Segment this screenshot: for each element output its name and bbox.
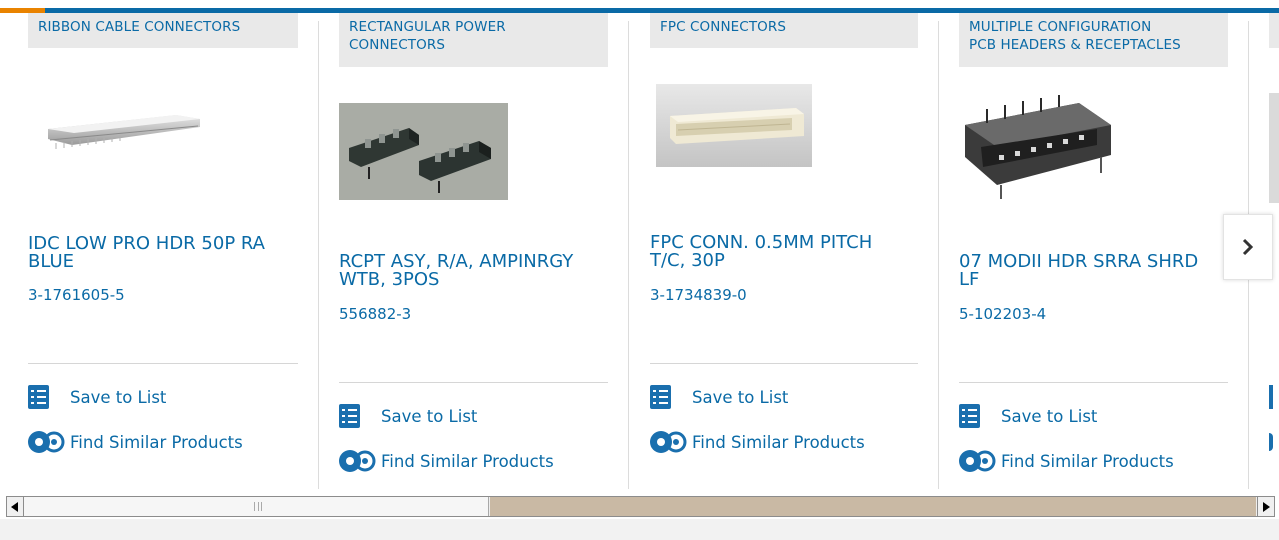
- category-label[interactable]: [1269, 13, 1279, 48]
- carousel-next-button[interactable]: [1223, 214, 1273, 280]
- product-title[interactable]: RCPT ASY, R/A, AMPINRGY WTB, 3POS: [339, 253, 608, 289]
- pcb-header-image[interactable]: [961, 95, 1123, 205]
- card-divider: [938, 21, 939, 489]
- scrollbar-track[interactable]: [490, 497, 1256, 516]
- product-card: FPC CONNECTORS FPC CONN. 0.5MM PITCH T/C…: [650, 13, 918, 488]
- find-similar-button[interactable]: Find Similar Products: [337, 448, 554, 474]
- chevron-right-icon: [1242, 238, 1254, 256]
- save-to-list-button[interactable]: Save to List: [650, 385, 788, 409]
- find-similar-button[interactable]: Find Similar Products: [26, 429, 243, 455]
- save-to-list-label: Save to List: [381, 406, 478, 426]
- product-image-partial[interactable]: [1269, 93, 1279, 203]
- triangle-right-icon: [1263, 501, 1270, 512]
- card-separator: [959, 382, 1228, 383]
- product-title[interactable]: IDC LOW PRO HDR 50P RA BLUE: [28, 235, 298, 271]
- card-divider: [318, 21, 319, 489]
- find-similar-label: Find Similar Products: [381, 451, 554, 471]
- product-card: RIBBON CABLE CONNECTORS IDC LOW PRO HDR …: [28, 13, 298, 488]
- card-divider: [628, 21, 629, 489]
- idc-header-image[interactable]: [46, 109, 202, 155]
- part-number[interactable]: 3-1734839-0: [650, 286, 747, 304]
- card-separator: [650, 363, 918, 364]
- category-label[interactable]: RECTANGULAR POWER CONNECTORS: [339, 13, 608, 67]
- product-card: RECTANGULAR POWER CONNECTORS RCPT ASY, R…: [339, 13, 608, 488]
- gears-icon[interactable]: [1269, 433, 1273, 451]
- save-to-list-button[interactable]: Save to List: [959, 404, 1097, 428]
- save-to-list-button[interactable]: Save to List: [339, 404, 477, 428]
- checklist-icon: [959, 404, 980, 428]
- find-similar-label: Find Similar Products: [692, 432, 865, 452]
- triangle-left-icon: [11, 501, 18, 512]
- scrollbar-grip: [254, 502, 262, 511]
- scroll-right-button[interactable]: [1257, 497, 1274, 516]
- product-carousel: RIBBON CABLE CONNECTORS IDC LOW PRO HDR …: [0, 13, 1279, 493]
- find-similar-label: Find Similar Products: [70, 432, 243, 452]
- save-to-list-button[interactable]: Save to List: [28, 385, 166, 409]
- gears-icon: [28, 431, 65, 453]
- page-bottom-area: [0, 519, 1279, 540]
- checklist-icon: [339, 404, 360, 428]
- product-title[interactable]: 07 MODII HDR SRRA SHRD LF: [959, 253, 1228, 289]
- category-label[interactable]: MULTIPLE CONFIGURATION PCB HEADERS & REC…: [959, 13, 1228, 67]
- category-label[interactable]: RIBBON CABLE CONNECTORS: [28, 13, 298, 48]
- part-number[interactable]: 3-1761605-5: [28, 286, 125, 304]
- part-number[interactable]: 556882-3: [339, 305, 411, 323]
- save-to-list-label: Save to List: [692, 387, 789, 407]
- checklist-icon[interactable]: [1269, 385, 1273, 409]
- product-title[interactable]: FPC CONN. 0.5MM PITCH T/C, 30P: [650, 234, 918, 270]
- gears-icon: [959, 450, 996, 472]
- find-similar-button[interactable]: Find Similar Products: [957, 448, 1174, 474]
- category-label[interactable]: FPC CONNECTORS: [650, 13, 918, 48]
- save-to-list-label: Save to List: [70, 387, 167, 407]
- save-to-list-label: Save to List: [1001, 406, 1098, 426]
- product-card: MULTIPLE CONFIGURATION PCB HEADERS & REC…: [959, 13, 1228, 488]
- checklist-icon: [28, 385, 49, 409]
- find-similar-label: Find Similar Products: [1001, 451, 1174, 471]
- horizontal-scrollbar[interactable]: [6, 496, 1275, 517]
- find-similar-button[interactable]: Find Similar Products: [648, 429, 865, 455]
- power-connector-image[interactable]: [339, 103, 508, 200]
- gears-icon: [650, 431, 687, 453]
- fpc-connector-image[interactable]: [656, 84, 812, 167]
- scrollbar-thumb[interactable]: [24, 497, 489, 516]
- gears-icon: [339, 450, 376, 472]
- card-separator: [28, 363, 298, 364]
- part-number[interactable]: 5-102203-4: [959, 305, 1046, 323]
- scroll-left-button[interactable]: [7, 497, 24, 516]
- card-separator: [339, 382, 608, 383]
- checklist-icon: [650, 385, 671, 409]
